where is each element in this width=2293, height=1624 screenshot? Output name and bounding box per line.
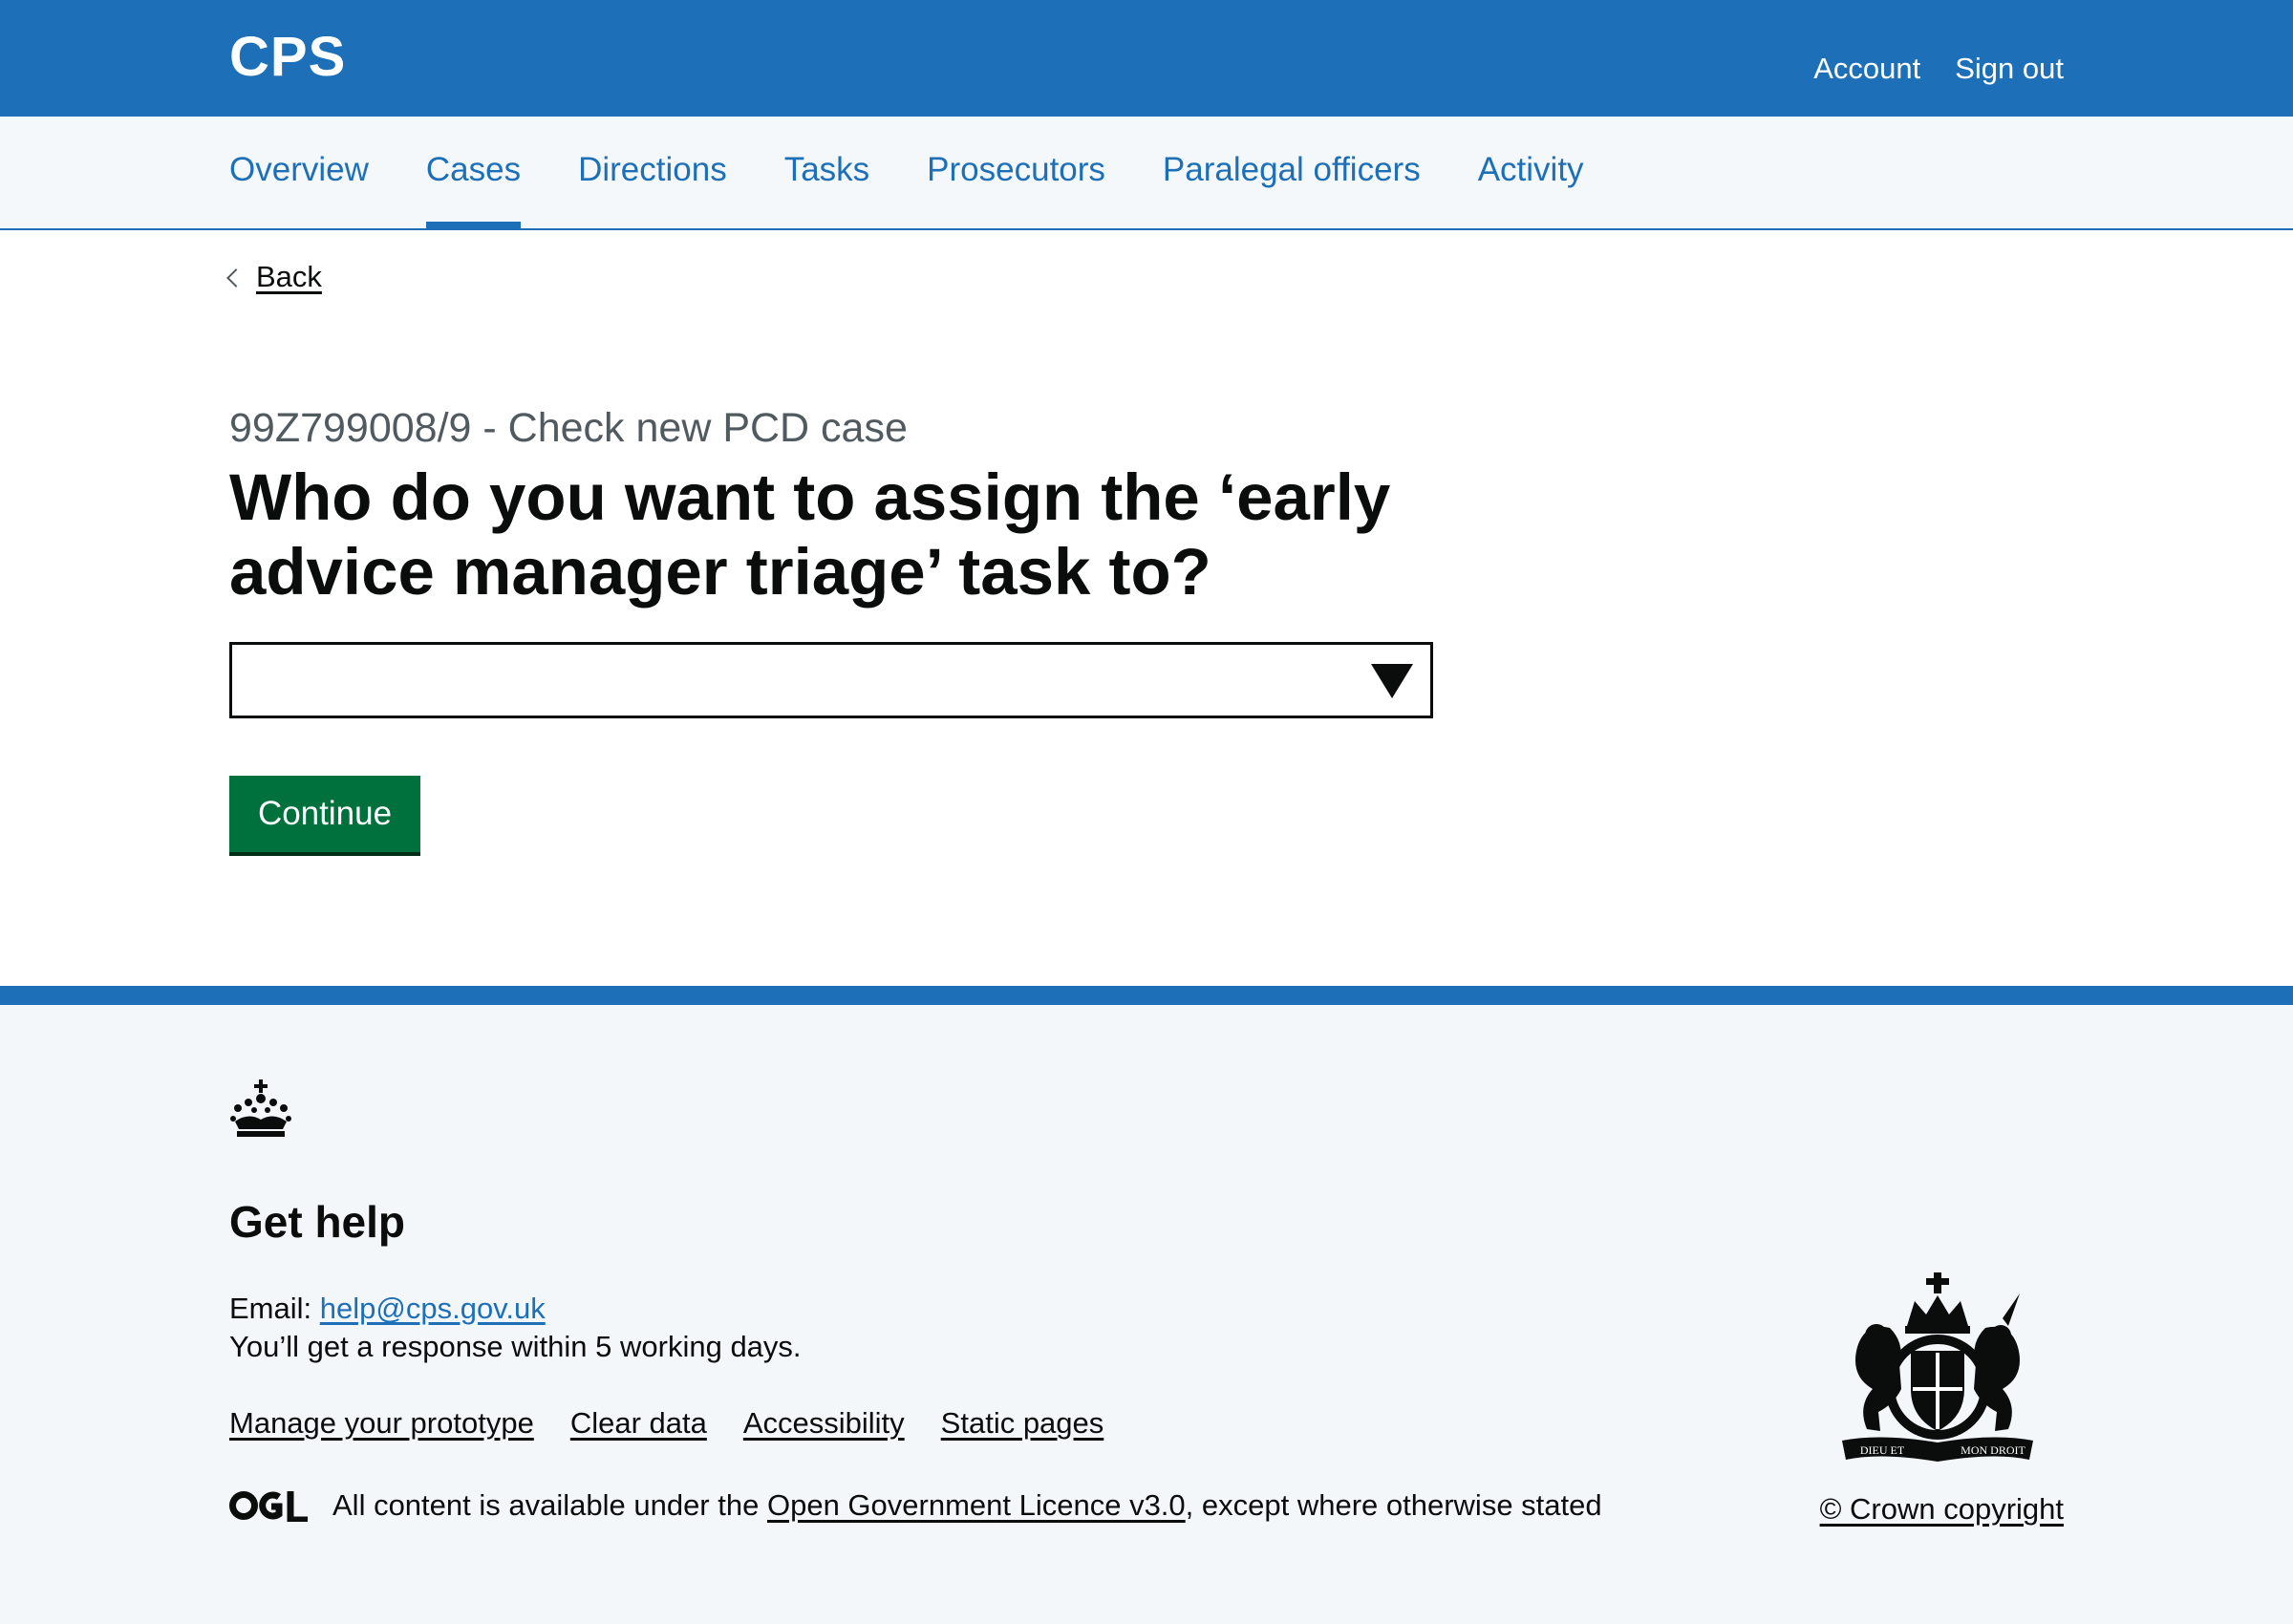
page-title: Who do you want to assign the ‘early adv… — [229, 460, 1391, 609]
continue-button[interactable]: Continue — [229, 776, 420, 852]
nav-item-tasks[interactable]: Tasks — [784, 117, 869, 229]
primary-navigation: Overview Cases Directions Tasks Prosecut… — [0, 117, 2293, 230]
site-header: CPS Account Sign out — [0, 0, 2293, 117]
crown-copyright-link[interactable]: © Crown copyright — [1820, 1492, 2064, 1527]
static-pages-link[interactable]: Static pages — [941, 1406, 1104, 1441]
manage-prototype-link[interactable]: Manage your prototype — [229, 1406, 534, 1441]
chevron-left-icon — [226, 268, 246, 288]
licence-prefix: All content is available under the — [332, 1488, 760, 1522]
case-caption: 99Z799008/9 - Check new PCD case — [229, 405, 908, 451]
back-link[interactable]: Back — [256, 260, 322, 294]
ogl-logo-icon — [229, 1491, 308, 1522]
royal-coat-of-arms-icon: DIEU ET MON DROIT — [1842, 1272, 2033, 1462]
accessibility-link[interactable]: Accessibility — [743, 1406, 905, 1441]
nav-item-paralegal-officers[interactable]: Paralegal officers — [1163, 117, 1421, 229]
response-time-text: You’ll get a response within 5 working d… — [229, 1330, 802, 1363]
licence-suffix: , except where otherwise stated — [1185, 1488, 1602, 1522]
nav-item-overview[interactable]: Overview — [229, 117, 369, 229]
help-email-line: Email: help@cps.gov.uk — [229, 1292, 546, 1326]
header-links: Account Sign out — [1813, 52, 2064, 86]
nav-items: Overview Cases Directions Tasks Prosecut… — [229, 117, 1641, 229]
back-link-container[interactable]: Back — [226, 260, 322, 294]
clear-data-link[interactable]: Clear data — [570, 1406, 707, 1441]
cps-logo[interactable]: CPS — [229, 25, 346, 89]
sign-out-link[interactable]: Sign out — [1955, 52, 2064, 86]
assignee-select[interactable] — [229, 642, 1433, 718]
dropdown-arrow-icon — [1371, 664, 1413, 698]
motto-right: MON DROIT — [1961, 1443, 2025, 1457]
account-link[interactable]: Account — [1813, 52, 1920, 86]
licence-text: All content is available under the Open … — [332, 1488, 1602, 1523]
footer-links: Manage your prototype Clear data Accessi… — [229, 1406, 1104, 1441]
nav-item-directions[interactable]: Directions — [578, 117, 727, 229]
motto-left: DIEU ET — [1860, 1443, 1905, 1457]
open-government-licence-link[interactable]: Open Government Licence v3.0 — [767, 1488, 1186, 1522]
licence-row: All content is available under the Open … — [229, 1488, 1602, 1523]
nav-item-prosecutors[interactable]: Prosecutors — [927, 117, 1105, 229]
nav-item-activity[interactable]: Activity — [1478, 117, 1584, 229]
get-help-heading: Get help — [229, 1197, 406, 1247]
help-email-link[interactable]: help@cps.gov.uk — [320, 1292, 546, 1325]
crown-icon — [230, 1079, 291, 1137]
nav-item-cases[interactable]: Cases — [425, 117, 522, 229]
email-label: Email: — [229, 1292, 312, 1325]
